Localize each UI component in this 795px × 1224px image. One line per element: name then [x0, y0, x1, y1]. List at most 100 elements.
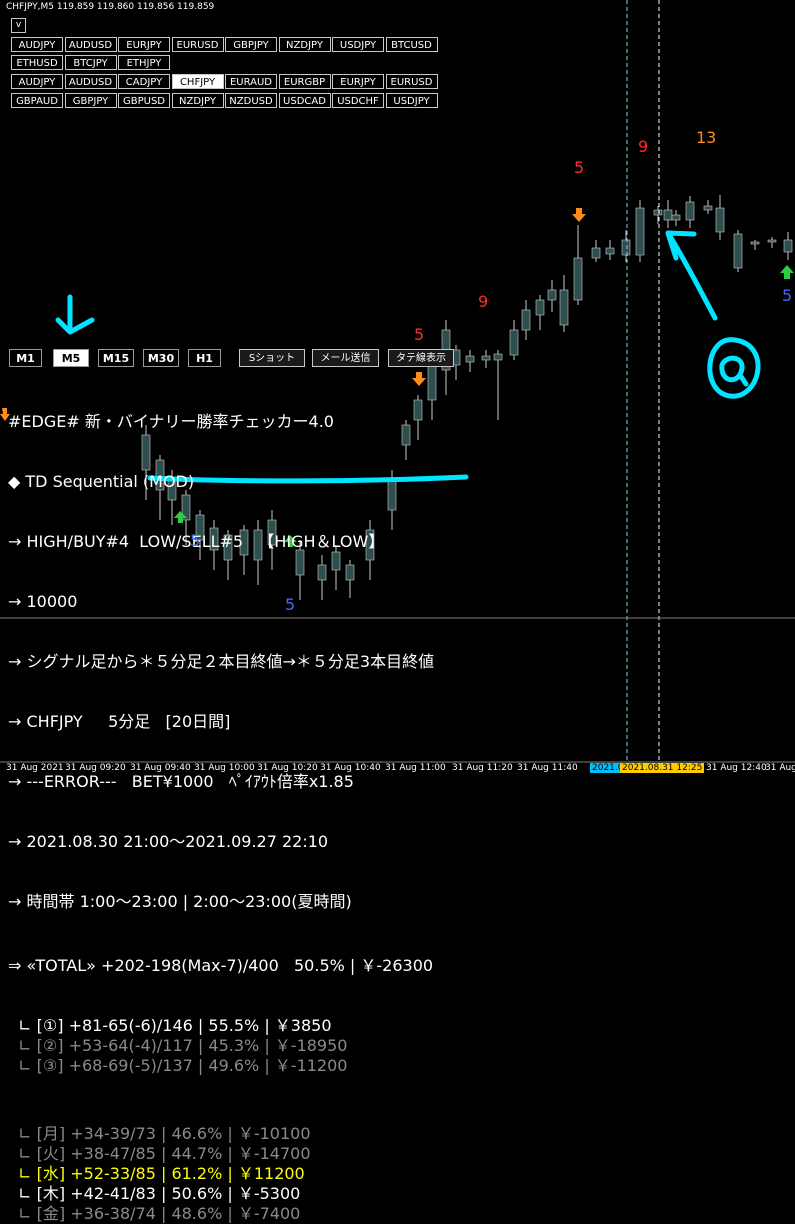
error-line: → ---ERROR--- BET¥1000 ﾍﾟｲｱｳﾄ倍率x1.85	[8, 772, 354, 791]
candle-body	[635, 207, 645, 256]
amount-line: → 10000	[8, 592, 78, 611]
candle-body	[750, 241, 760, 245]
stats-row: ∟ [木] +42-41/83 | 50.6% | ￥-5300	[8, 1184, 301, 1203]
time-axis-label: 31 Aug 11:20	[452, 763, 513, 773]
td-count-label: 5	[574, 158, 585, 177]
pair-button-btcusd[interactable]: BTCUSD	[385, 37, 438, 52]
time-axis-label: 31 Aug 13	[765, 763, 795, 773]
candle-body	[547, 289, 557, 301]
timeframe-button-m15[interactable]: M15	[98, 349, 134, 367]
candle-body	[509, 329, 519, 356]
pair-button-audjpy[interactable]: AUDJPY	[11, 37, 63, 52]
pair-button-euraud[interactable]: EURAUD	[225, 74, 277, 89]
td-count-label: 5	[190, 531, 201, 550]
candle-body	[535, 299, 545, 316]
indicator-name: ◆ TD Sequential (MOD)	[8, 472, 195, 491]
vertical-line-toggle-button[interactable]: タテ線表示	[388, 349, 454, 367]
candle-body	[703, 205, 713, 211]
pair-button-eurjpy[interactable]: EURJPY	[118, 37, 170, 52]
pair-button-cadjpy[interactable]: CADJPY	[118, 74, 170, 89]
timeframe-button-h1[interactable]: H1	[188, 349, 221, 367]
time-axis-label: 31 Aug 12:40	[706, 763, 767, 773]
timeframe-button-m5[interactable]: M5	[53, 349, 89, 367]
weekday-breakdown: ∟ [月] +34-39/73 | 46.6% | ￥-10100 ∟ [火] …	[8, 1124, 434, 1223]
pair-button-eurusd[interactable]: EURUSD	[171, 37, 224, 52]
symbol-line: → CHFJPY 5分足 [20日間]	[8, 712, 231, 731]
td-count-label: 5	[782, 286, 793, 305]
candle-body	[493, 353, 503, 361]
signal-line: → シグナル足から＊５分足２本目終値→＊５分足3本目終値	[8, 652, 435, 671]
time-axis-label: 2021.08.31 12:25	[620, 763, 705, 773]
time-axis-label: 31 Aug 09:20	[65, 763, 126, 773]
td-count-label: 5	[414, 325, 425, 344]
timeframe-button-m30[interactable]: M30	[143, 349, 179, 367]
candle-body	[605, 247, 615, 255]
td-count-label: 9	[638, 137, 649, 156]
pointer-arrow-drawing	[665, 230, 718, 321]
time-axis-label: 31 Aug 10:20	[257, 763, 318, 773]
time-axis-label: 31 Aug 11:40	[517, 763, 578, 773]
pair-button-usdchf[interactable]: USDCHF	[332, 93, 384, 108]
pair-button-gbpusd[interactable]: GBPUSD	[118, 93, 170, 108]
candle-body	[685, 201, 695, 221]
stats-row: ∟ [水] +52-33/85 | 61.2% | ￥11200	[8, 1164, 305, 1183]
stats-row: ∟ [月] +34-39/73 | 46.6% | ￥-10100	[8, 1124, 311, 1143]
candle-body	[671, 214, 681, 221]
candle-body	[521, 309, 531, 331]
total-line: ⇒ «TOTAL» +202-198(Max-7)/400 50.5% | ￥-…	[8, 956, 434, 975]
candle-body	[653, 209, 663, 216]
pair-button-gbpaud[interactable]: GBPAUD	[11, 93, 63, 108]
collapse-toggle[interactable]: v	[11, 18, 26, 33]
pair-button-ethusd[interactable]: ETHUSD	[11, 55, 63, 70]
circled-q-drawing	[707, 337, 761, 399]
screenshot-button[interactable]: Sショット	[239, 349, 305, 367]
pair-button-eurjpy[interactable]: EURJPY	[332, 74, 384, 89]
pair-button-usdjpy[interactable]: USDJPY	[385, 93, 438, 108]
hours-line: → 時間帯 1:00～23:00 | 2:00～23:00(夏時間)	[8, 892, 352, 911]
candle-body	[621, 239, 631, 256]
down-arrow-drawing	[55, 294, 95, 335]
time-axis-label: 31 Aug 2021	[6, 763, 64, 773]
pair-button-chfjpy[interactable]: CHFJPY	[171, 74, 224, 89]
time-axis-label: 31 Aug 10:40	[320, 763, 381, 773]
time-axis-label: 31 Aug 09:40	[130, 763, 191, 773]
entry-breakdown: ∟ [①] +81-65(-6)/146 | 55.5% | ￥3850 ∟ […	[8, 1016, 434, 1075]
pair-button-nzdjpy[interactable]: NZDJPY	[278, 37, 331, 52]
candle-body	[481, 355, 491, 361]
pair-button-eurgbp[interactable]: EURGBP	[278, 74, 331, 89]
stats-row: ∟ [②] +53-64(-4)/117 | 45.3% | ￥-18950	[8, 1036, 348, 1055]
pair-button-audjpy[interactable]: AUDJPY	[11, 74, 63, 89]
pair-button-gbpjpy[interactable]: GBPJPY	[64, 93, 117, 108]
candle-body	[559, 289, 569, 326]
pair-button-gbpjpy[interactable]: GBPJPY	[225, 37, 277, 52]
pair-button-audusd[interactable]: AUDUSD	[64, 74, 117, 89]
candle-body	[591, 247, 601, 259]
candle-body	[767, 239, 777, 243]
pair-button-ethjpy[interactable]: ETHJPY	[118, 55, 170, 70]
td-count-label: 5	[285, 595, 296, 614]
pair-button-usdjpy[interactable]: USDJPY	[332, 37, 384, 52]
stats-row: ∟ [①] +81-65(-6)/146 | 55.5% | ￥3850	[8, 1016, 332, 1035]
send-mail-button[interactable]: メール送信	[312, 349, 379, 367]
setup-line: → HIGH/BUY#4 LOW/SELL#5 【HIGH＆LOW】	[8, 532, 385, 551]
pair-button-audusd[interactable]: AUDUSD	[64, 37, 117, 52]
candle-body	[783, 239, 793, 253]
pair-button-nzdjpy[interactable]: NZDJPY	[171, 93, 224, 108]
stats-row: ∟ [火] +38-47/85 | 44.7% | ￥-14700	[8, 1144, 311, 1163]
time-axis-label: 31 Aug 11:00	[385, 763, 446, 773]
pair-button-usdcad[interactable]: USDCAD	[278, 93, 331, 108]
pair-button-btcjpy[interactable]: BTCJPY	[64, 55, 117, 70]
td-count-label: 13	[696, 128, 717, 147]
stats-row: ∟ [③] +68-69(-5)/137 | 49.6% | ￥-11200	[8, 1056, 348, 1075]
candle-body	[663, 209, 673, 221]
pair-button-eurusd[interactable]: EURUSD	[385, 74, 438, 89]
td-count-label: 9	[478, 292, 489, 311]
panel-title: #EDGE# 新・バイナリー勝率チェッカー4.0	[8, 412, 334, 431]
timeframe-button-m1[interactable]: M1	[9, 349, 42, 367]
stats-row: ∟ [金] +36-38/74 | 48.6% | ￥-7400	[8, 1204, 301, 1223]
pair-button-nzdusd[interactable]: NZDUSD	[225, 93, 277, 108]
time-axis-label: 31 Aug 10:00	[194, 763, 255, 773]
candle-body	[573, 257, 583, 301]
candle-body	[715, 207, 725, 233]
candle-body	[733, 233, 743, 269]
